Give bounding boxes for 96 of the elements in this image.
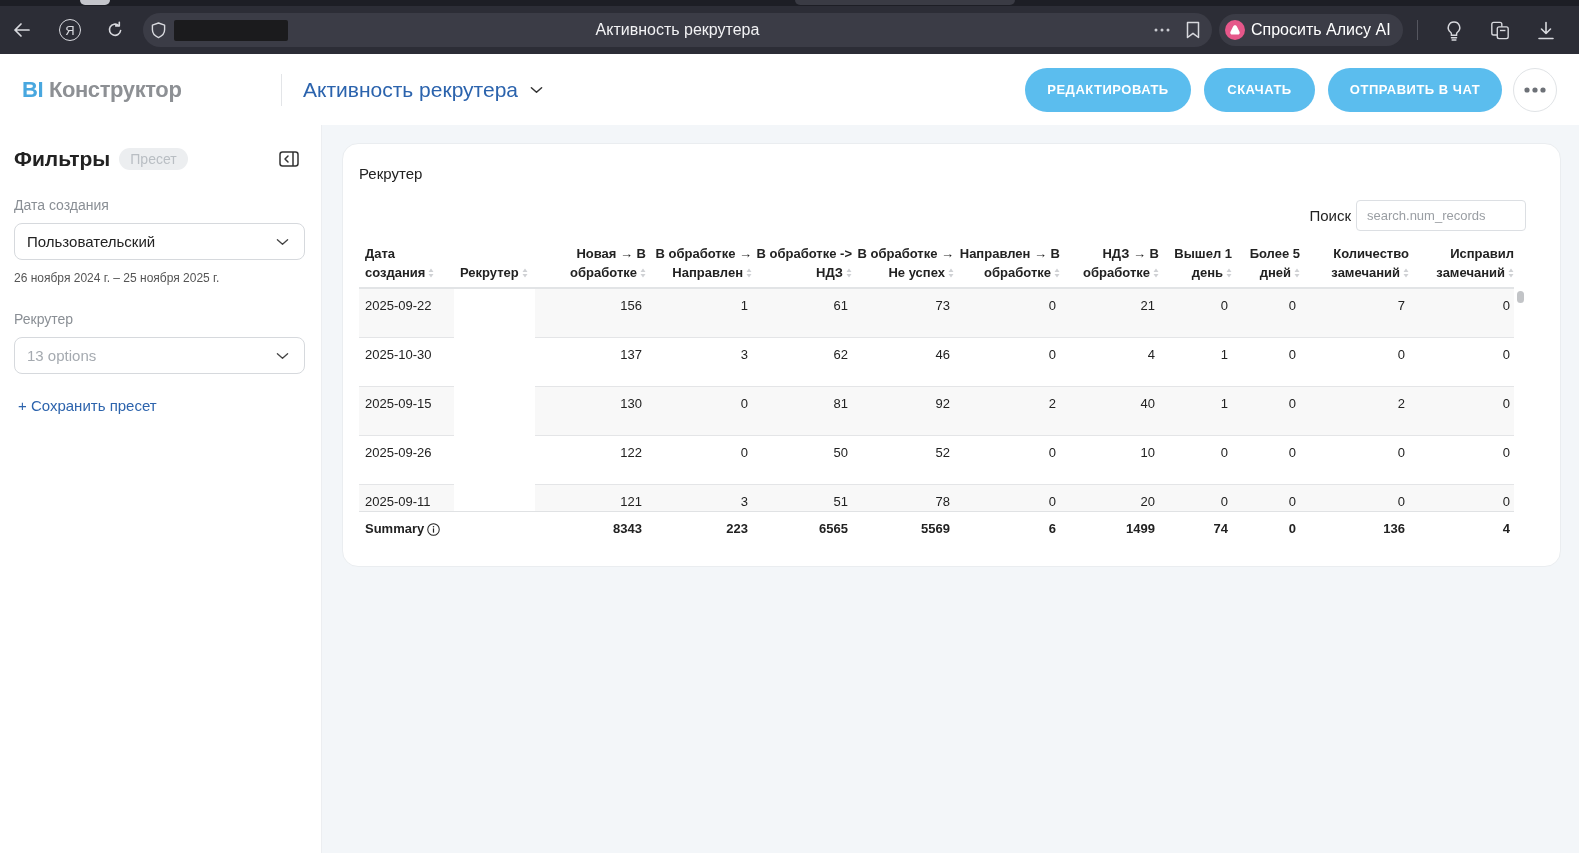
chevron-down-icon: [276, 351, 289, 360]
table-cell: 2025-09-22: [359, 289, 454, 338]
sort-icon[interactable]: [948, 267, 954, 278]
table-cell: 2: [954, 387, 1060, 436]
more-icon[interactable]: [1154, 28, 1170, 32]
more-icon: [1524, 86, 1546, 93]
table-cell: 0: [1159, 289, 1232, 338]
filter-label: Рекрутер: [14, 310, 75, 328]
table-cell: 2025-09-11: [359, 485, 454, 511]
sort-icon[interactable]: [1403, 267, 1409, 278]
filters-title: Фильтры: [14, 147, 111, 171]
sort-icon[interactable]: [1226, 267, 1232, 278]
summary-cell-text: 6: [1047, 520, 1057, 538]
table-cell: 2025-09-15: [359, 387, 454, 436]
dashboard-title[interactable]: Активность рекрутера: [303, 77, 518, 102]
table-cell: 78: [852, 485, 954, 511]
table-cell: 156: [535, 289, 646, 338]
table-cell: 1: [1159, 387, 1232, 436]
collapse-panel-icon[interactable]: [279, 151, 299, 167]
summary-cell-text: 5569: [920, 520, 951, 538]
column-header[interactable]: В обработке → Направлен: [646, 245, 752, 282]
table-cell: 0: [1409, 485, 1514, 511]
table-cell: 51: [752, 485, 852, 511]
column-header[interactable]: Более 5 дней: [1232, 245, 1300, 282]
overlapping-pages-icon[interactable]: [1489, 19, 1510, 41]
more-button[interactable]: [1513, 67, 1557, 112]
table-cell: 0: [954, 289, 1060, 338]
table-cell: 1: [646, 289, 752, 338]
assistant-icon: [1225, 20, 1245, 40]
summary-cell-text: 6565: [818, 520, 849, 538]
summary-label: Summary: [365, 520, 425, 538]
table-cell: 40: [1060, 387, 1159, 436]
bookmark-icon[interactable]: [1186, 21, 1200, 39]
info-icon[interactable]: [427, 522, 441, 536]
sort-icon[interactable]: [1054, 267, 1060, 278]
table-cell: 61: [752, 289, 852, 338]
table-cell: 0: [954, 485, 1060, 511]
search-label: Поиск: [1309, 207, 1351, 224]
sort-icon[interactable]: [640, 267, 646, 278]
table-cell: 0: [1300, 485, 1409, 511]
table-cell: 2: [1300, 387, 1409, 436]
widget-title: Рекрутер: [359, 164, 424, 184]
column-header[interactable]: Вышел 1 день: [1159, 245, 1232, 282]
column-header[interactable]: НДЗ → В обработке: [1060, 245, 1159, 282]
browser-tab[interactable]: [80, 0, 110, 5]
table-cell: 3: [646, 485, 752, 511]
column-header[interactable]: Рекрутер: [454, 263, 528, 282]
sort-icon[interactable]: [428, 267, 435, 278]
column-header[interactable]: Количество замечаний: [1300, 245, 1409, 282]
table-cell: 0: [1409, 387, 1514, 436]
table-cell: 81: [752, 387, 852, 436]
table-cell: 20: [1060, 485, 1159, 511]
sort-icon[interactable]: [1508, 267, 1514, 278]
column-header[interactable]: В обработке → Не успех: [852, 245, 954, 282]
search-field[interactable]: search.num_records: [1356, 200, 1526, 231]
table-cell: 7: [1300, 289, 1409, 338]
filter-label: Дата создания: [14, 196, 110, 214]
table-cell: 21: [1060, 289, 1159, 338]
table-cell: 0: [1232, 387, 1300, 436]
sort-icon[interactable]: [1294, 267, 1300, 278]
summary-cell-text: 136: [1382, 520, 1406, 538]
shield-icon[interactable]: [151, 21, 166, 39]
column-header[interactable]: Исправил замечаний: [1409, 245, 1514, 282]
table-cell: 0: [1232, 485, 1300, 511]
address-bar[interactable]: Активность рекрутера: [143, 13, 1212, 47]
page-title: Активность рекрутера: [595, 21, 760, 39]
table-cell: 130: [535, 387, 646, 436]
summary-cell-text: 4: [1501, 520, 1511, 538]
table-cell: 121: [535, 485, 646, 511]
table-cell: 0: [1232, 289, 1300, 338]
column-header[interactable]: Дата создания: [359, 245, 454, 282]
column-header[interactable]: В обработке -> НДЗ: [752, 245, 852, 282]
table-cell: 73: [852, 289, 954, 338]
summary-cell-text: 8343: [612, 520, 643, 538]
chevron-down-icon[interactable]: [530, 85, 543, 94]
assistant-button[interactable]: Спросить Алису AI: [1219, 14, 1403, 46]
column-header[interactable]: Направлен → В обработке: [954, 245, 1060, 282]
table-cell: 0: [646, 387, 752, 436]
sort-icon[interactable]: [746, 267, 752, 278]
download-icon[interactable]: [1535, 19, 1556, 41]
sort-icon[interactable]: [521, 267, 528, 278]
table-cell: 0: [1159, 485, 1232, 511]
sort-icon[interactable]: [846, 267, 852, 278]
save-preset-link[interactable]: + Сохранить пресет: [18, 396, 157, 416]
summary-cell-text: 74: [1212, 520, 1229, 538]
chevron-down-icon: [276, 237, 289, 246]
summary-cell-text: 0: [1287, 520, 1297, 538]
table-cell: 92: [852, 387, 954, 436]
date-range-text: 26 ноября 2024 г. – 25 ноября 2025 г.: [14, 270, 221, 286]
summary-cell-text: 223: [725, 520, 749, 538]
select-field[interactable]: Пользовательский: [14, 223, 305, 260]
sort-icon[interactable]: [1153, 267, 1159, 278]
column-header[interactable]: Новая → В обработке: [535, 245, 646, 282]
summary-cell-text: 1499: [1125, 520, 1156, 538]
scrollbar-thumb[interactable]: [1517, 291, 1524, 303]
table-cell: 0: [1409, 289, 1514, 338]
